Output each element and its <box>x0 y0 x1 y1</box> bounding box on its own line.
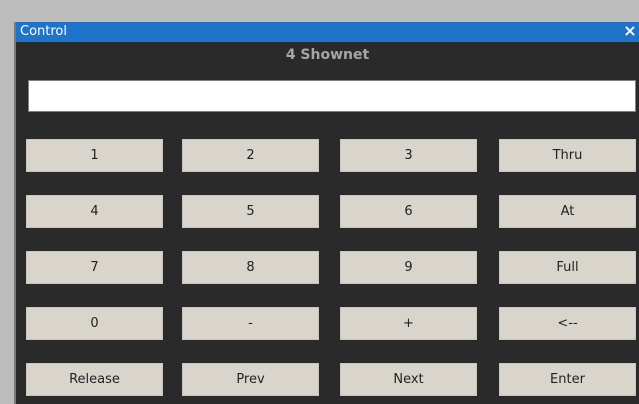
close-icon[interactable]: × <box>623 21 637 41</box>
prev-button[interactable]: Prev <box>182 363 319 396</box>
key-8-button[interactable]: 8 <box>182 251 319 284</box>
command-input[interactable] <box>28 80 636 112</box>
title-bar[interactable]: Control × <box>16 21 639 42</box>
full-button[interactable]: Full <box>499 251 636 284</box>
thru-button[interactable]: Thru <box>499 139 636 172</box>
key-5-button[interactable]: 5 <box>182 195 319 228</box>
next-button[interactable]: Next <box>340 363 477 396</box>
window-title: Control <box>20 24 67 39</box>
key-7-button[interactable]: 7 <box>26 251 163 284</box>
key-4-button[interactable]: 4 <box>26 195 163 228</box>
key-2-button[interactable]: 2 <box>182 139 319 172</box>
backspace-button[interactable]: <-- <box>499 307 636 340</box>
plus-button[interactable]: + <box>340 307 477 340</box>
show-name-label: 4 Shownet <box>285 47 370 63</box>
key-1-button[interactable]: 1 <box>26 139 163 172</box>
enter-button[interactable]: Enter <box>499 363 636 396</box>
control-window: Control × 4 Shownet 1 2 3 Thru 4 5 6 At … <box>14 21 639 404</box>
key-9-button[interactable]: 9 <box>340 251 477 284</box>
minus-button[interactable]: - <box>182 307 319 340</box>
release-button[interactable]: Release <box>26 363 163 396</box>
key-3-button[interactable]: 3 <box>340 139 477 172</box>
key-0-button[interactable]: 0 <box>26 307 163 340</box>
key-6-button[interactable]: 6 <box>340 195 477 228</box>
at-button[interactable]: At <box>499 195 636 228</box>
